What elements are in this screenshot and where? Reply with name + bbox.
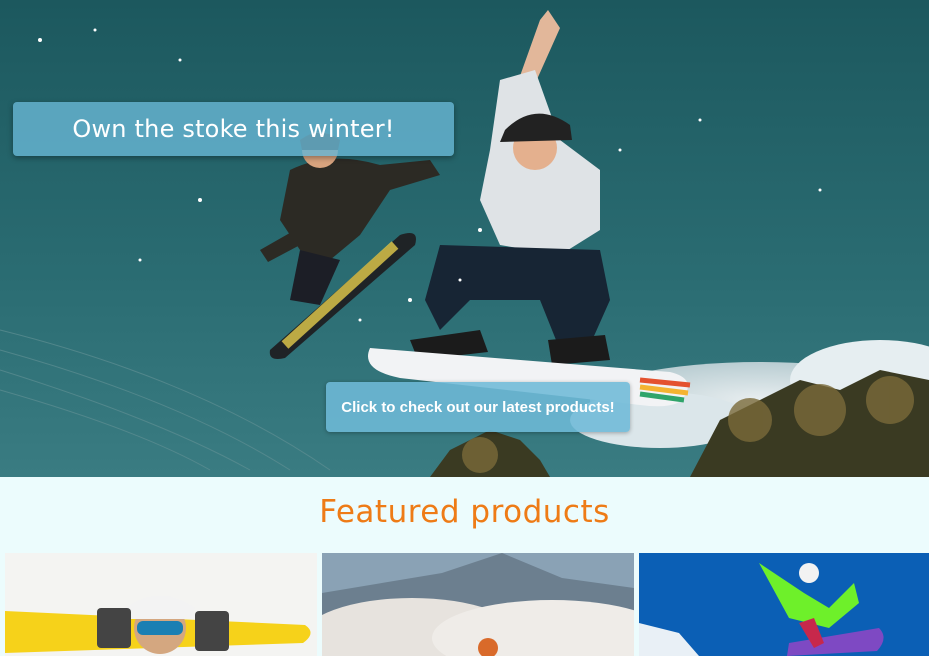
product-image[interactable] bbox=[5, 553, 317, 656]
product-card[interactable] bbox=[639, 553, 929, 656]
cta-button-label: Click to check out our latest products! bbox=[341, 398, 615, 416]
hero-headline-banner: Own the stoke this winter! bbox=[13, 102, 454, 156]
product-image[interactable] bbox=[639, 553, 929, 656]
hero-section: Own the stoke this winter! Click to chec… bbox=[0, 0, 929, 477]
product-card[interactable] bbox=[5, 553, 317, 656]
hero-headline: Own the stoke this winter! bbox=[72, 115, 395, 143]
product-card[interactable] bbox=[322, 553, 634, 656]
featured-products-heading: Featured products bbox=[319, 494, 610, 530]
product-image[interactable] bbox=[322, 553, 634, 656]
cta-button[interactable]: Click to check out our latest products! bbox=[326, 382, 630, 432]
